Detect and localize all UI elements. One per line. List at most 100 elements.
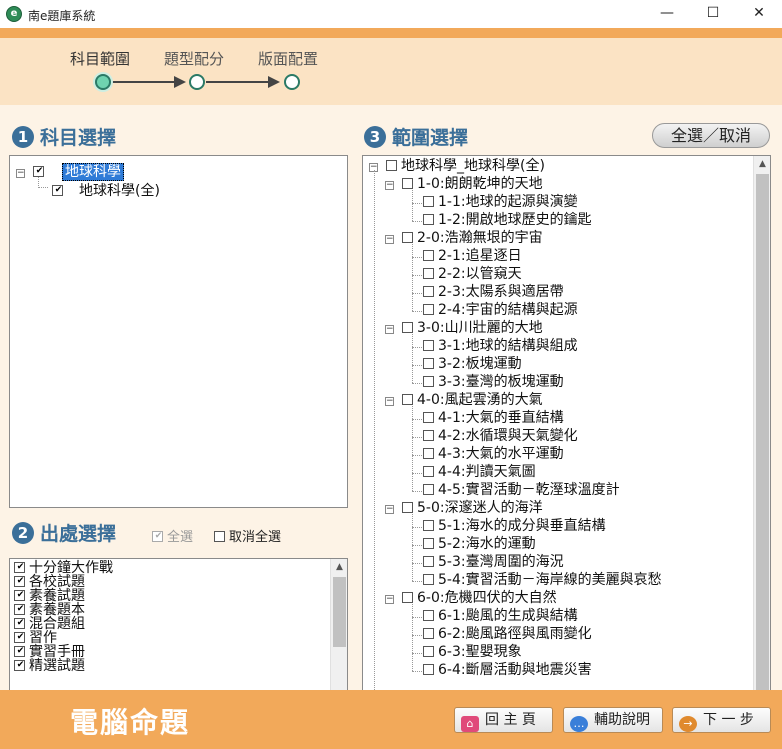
collapse-icon[interactable]: − bbox=[385, 397, 394, 406]
scope-chapter-label[interactable]: 6-0:危機四伏的大自然 bbox=[417, 590, 557, 606]
checkbox[interactable] bbox=[423, 358, 434, 369]
scope-section-item[interactable]: 4-5:實習活動－乾溼球溫度計 bbox=[423, 482, 620, 499]
scope-section-label[interactable]: 2-3:太陽系與適居帶 bbox=[438, 284, 564, 300]
subject-tree-child[interactable]: 地球科學(全) bbox=[52, 180, 160, 200]
subject-child-label[interactable]: 地球科學(全) bbox=[79, 183, 160, 199]
scope-select-all-button[interactable]: 全選／取消 bbox=[652, 123, 770, 148]
checkbox[interactable] bbox=[14, 562, 26, 573]
checkbox[interactable] bbox=[423, 376, 434, 387]
scrollbar-thumb[interactable] bbox=[756, 174, 769, 749]
checkbox[interactable] bbox=[423, 196, 434, 207]
next-button[interactable]: → 下 一 步 bbox=[672, 707, 771, 733]
scope-section-item[interactable]: 1-1:地球的起源與演變 bbox=[423, 194, 578, 211]
scope-chapter[interactable]: − 4-0:風起雲湧的大氣 bbox=[385, 392, 543, 409]
scope-section-item[interactable]: 5-4:實習活動－海岸線的美麗與哀愁 bbox=[423, 572, 662, 589]
scope-section-item[interactable]: 3-1:地球的結構與組成 bbox=[423, 338, 578, 355]
checkbox[interactable] bbox=[423, 286, 434, 297]
scope-section-item[interactable]: 3-3:臺灣的板塊運動 bbox=[423, 374, 564, 391]
scope-section-item[interactable]: 6-3:聖嬰現象 bbox=[423, 644, 522, 661]
source-cancel-all-checkbox[interactable]: 取消全選 bbox=[214, 526, 281, 545]
scroll-up-icon[interactable]: ▲ bbox=[331, 559, 348, 576]
checkbox[interactable] bbox=[386, 160, 397, 171]
scope-section-label[interactable]: 6-4:斷層活動與地震災害 bbox=[438, 662, 592, 678]
checkbox[interactable] bbox=[423, 430, 434, 441]
collapse-icon[interactable]: − bbox=[385, 325, 394, 334]
maximize-button[interactable]: ☐ bbox=[690, 0, 736, 28]
collapse-icon[interactable]: − bbox=[385, 235, 394, 244]
checkbox[interactable] bbox=[402, 502, 413, 513]
close-button[interactable]: ✕ bbox=[736, 0, 782, 28]
scope-tree-panel[interactable]: − 地球科學_地球科學(全) −1-0:朗朗乾坤的天地 1-1:地球的起源與演變 1-2… bbox=[362, 155, 771, 749]
source-select-all-checkbox[interactable]: 全選 bbox=[152, 526, 193, 545]
checkbox[interactable] bbox=[402, 232, 413, 243]
checkbox[interactable] bbox=[14, 660, 26, 671]
scope-tree-root[interactable]: − 地球科學_地球科學(全) bbox=[369, 158, 545, 175]
scope-section-label[interactable]: 1-2:開啟地球歷史的鑰匙 bbox=[438, 212, 592, 228]
scope-section-label[interactable]: 2-2:以管窺天 bbox=[438, 266, 522, 282]
scope-section-item[interactable]: 4-2:水循環與天氣變化 bbox=[423, 428, 578, 445]
scope-section-item[interactable]: 2-3:太陽系與適居帶 bbox=[423, 284, 564, 301]
scope-section-label[interactable]: 4-1:大氣的垂直結構 bbox=[438, 410, 564, 426]
checkbox[interactable] bbox=[423, 628, 434, 639]
checkbox[interactable] bbox=[423, 646, 434, 657]
scope-chapter[interactable]: − 3-0:山川壯麗的大地 bbox=[385, 320, 543, 337]
list-item[interactable]: 混合題組 bbox=[14, 617, 85, 631]
checkbox[interactable] bbox=[33, 166, 45, 177]
scope-section-item[interactable]: 4-3:大氣的水平運動 bbox=[423, 446, 564, 463]
checkbox[interactable] bbox=[423, 250, 434, 261]
minimize-button[interactable]: — bbox=[644, 0, 690, 28]
checkbox[interactable] bbox=[14, 604, 26, 615]
scope-chapter-label[interactable]: 1-0:朗朗乾坤的天地 bbox=[417, 176, 543, 192]
scope-section-item[interactable]: 6-2:颱風路徑與風雨變化 bbox=[423, 626, 592, 643]
checkbox[interactable] bbox=[402, 592, 413, 603]
list-item[interactable]: 各校試題 bbox=[14, 575, 85, 589]
list-item[interactable]: 素養題本 bbox=[14, 603, 85, 617]
scope-section-item[interactable]: 6-1:颱風的生成與結構 bbox=[423, 608, 578, 625]
scope-chapter[interactable]: − 5-0:深邃迷人的海洋 bbox=[385, 500, 543, 517]
checkbox[interactable] bbox=[423, 520, 434, 531]
scope-chapter[interactable]: − 2-0:浩瀚無垠的宇宙 bbox=[385, 230, 543, 247]
scope-chapter-label[interactable]: 3-0:山川壯麗的大地 bbox=[417, 320, 543, 336]
scope-chapter-label[interactable]: 2-0:浩瀚無垠的宇宙 bbox=[417, 230, 543, 246]
scope-section-label[interactable]: 2-4:宇宙的結構與起源 bbox=[438, 302, 578, 318]
checkbox[interactable] bbox=[14, 576, 26, 587]
scope-section-item[interactable]: 6-4:斷層活動與地震災害 bbox=[423, 662, 592, 679]
list-item[interactable]: 精選試題 bbox=[14, 659, 85, 673]
checkbox[interactable] bbox=[14, 590, 26, 601]
checkbox[interactable] bbox=[402, 322, 413, 333]
list-item[interactable]: 習作 bbox=[14, 631, 57, 645]
checkbox[interactable] bbox=[423, 340, 434, 351]
subject-root-label[interactable]: 地球科學 bbox=[62, 163, 124, 181]
checkbox[interactable] bbox=[423, 664, 434, 675]
list-item[interactable]: 十分鐘大作戰 bbox=[14, 561, 113, 575]
scope-chapter[interactable]: − 6-0:危機四伏的大自然 bbox=[385, 590, 557, 607]
checkbox[interactable] bbox=[52, 185, 64, 196]
scope-section-label[interactable]: 1-1:地球的起源與演變 bbox=[438, 194, 578, 210]
scope-section-label[interactable]: 6-3:聖嬰現象 bbox=[438, 644, 522, 660]
scope-section-label[interactable]: 6-1:颱風的生成與結構 bbox=[438, 608, 578, 624]
collapse-icon[interactable]: − bbox=[385, 595, 394, 604]
scope-section-item[interactable]: 4-1:大氣的垂直結構 bbox=[423, 410, 564, 427]
scope-section-item[interactable]: 2-2:以管窺天 bbox=[423, 266, 522, 283]
scope-section-label[interactable]: 6-2:颱風路徑與風雨變化 bbox=[438, 626, 592, 642]
help-button[interactable]: … 輔助說明 bbox=[563, 707, 663, 733]
checkbox[interactable] bbox=[423, 574, 434, 585]
scope-chapter-label[interactable]: 4-0:風起雲湧的大氣 bbox=[417, 392, 543, 408]
list-item[interactable]: 素養試題 bbox=[14, 589, 85, 603]
scope-section-label[interactable]: 5-3:臺灣周圍的海況 bbox=[438, 554, 564, 570]
checkbox[interactable] bbox=[423, 556, 434, 567]
scope-section-item[interactable]: 3-2:板塊運動 bbox=[423, 356, 522, 373]
scope-section-item[interactable]: 5-1:海水的成分與垂直結構 bbox=[423, 518, 606, 535]
checkbox[interactable] bbox=[423, 304, 434, 315]
scope-section-item[interactable]: 4-4:判讀天氣圖 bbox=[423, 464, 536, 481]
checkbox[interactable] bbox=[423, 214, 434, 225]
checkbox[interactable] bbox=[152, 531, 164, 542]
scope-section-label[interactable]: 5-4:實習活動－海岸線的美麗與哀愁 bbox=[438, 572, 662, 588]
scope-section-label[interactable]: 4-2:水循環與天氣變化 bbox=[438, 428, 578, 444]
scope-section-label[interactable]: 5-2:海水的運動 bbox=[438, 536, 536, 552]
scrollbar[interactable]: ▲ ▼ bbox=[753, 156, 770, 749]
list-item[interactable]: 實習手冊 bbox=[14, 645, 85, 659]
scope-chapter[interactable]: − 1-0:朗朗乾坤的天地 bbox=[385, 176, 543, 193]
checkbox[interactable] bbox=[214, 531, 225, 542]
scope-section-item[interactable]: 2-4:宇宙的結構與起源 bbox=[423, 302, 578, 319]
